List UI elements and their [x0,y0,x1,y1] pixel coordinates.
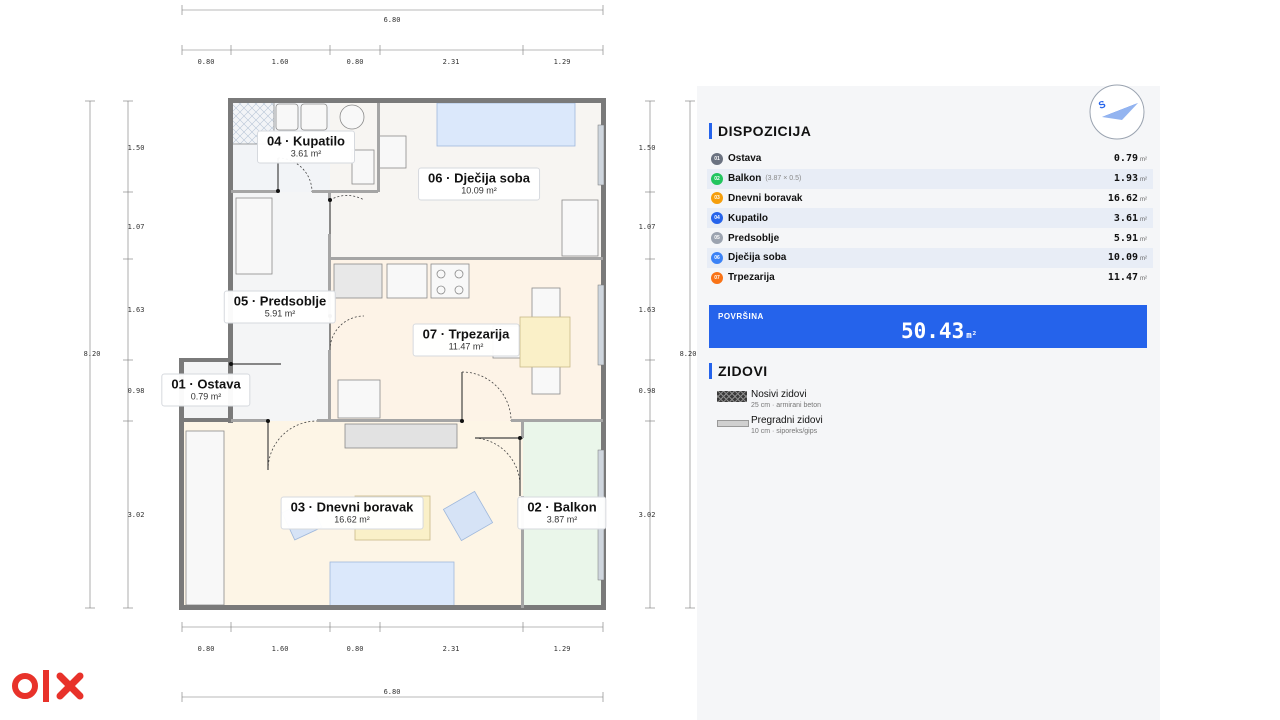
room-number-badge: 01 [711,152,723,165]
room-row-value: 11.47 m² [1107,272,1147,284]
room-name: 07 · Trpezarija [422,326,510,342]
room-area: 10.09 m² [461,185,497,196]
room-row-name: Predsoblje [728,232,780,244]
room-label-kupatilo: 04 · Kupatilo 3.61 m² [256,130,356,164]
room-row-name: Ostava [728,153,762,165]
room-label-predsoblje: 05 · Predsoblje 5.91 m² [223,290,337,324]
room-label-trpezarija: 07 · Trpezarija 11.47 m² [412,323,520,357]
dim-bottom-3: 0.80 [347,645,364,653]
room-row-djecija-soba: 06 Dječija soba 10.09 m² [707,247,1153,268]
dim-bottom-2: 1.60 [272,645,289,653]
room-label-dnevni-boravak: 03 · Dnevni boravak 16.62 m² [280,496,424,530]
dim-right-1: 1.50 [639,144,656,152]
dim-left-3: 1.63 [128,306,145,314]
room-number-badge: 03 [711,192,723,205]
room-area: 0.79 m² [190,391,222,402]
room-name: 06 · Dječija soba [428,170,530,186]
room-area: 3.61 m² [290,148,322,159]
room-list: 01 Ostava 0.79 m² 02 Balkon (3.87 × 0.5) … [707,149,1153,288]
wall-legend-name: Pregradni zidovi [751,415,823,426]
room-row-predsoblje: 05 Predsoblje 5.91 m² [707,228,1153,248]
dispozicija-title: DISPOZICIJA [709,123,811,139]
wall-legend-sub: 10 cm · siporeks/gips [751,428,818,435]
zidovi-title: ZIDOVI [709,363,768,379]
room-label-balkon: 02 · Balkon 3.87 m² [517,496,607,530]
room-row-value: 5.91 m² [1113,232,1147,244]
total-value: 50.43 m² [901,319,978,343]
olx-logo [12,670,84,702]
dim-top-1: 0.80 [198,58,215,66]
room-row-note: (3.87 × 0.5) [765,175,802,183]
dim-left-2: 1.07 [128,223,145,231]
room-name: 04 · Kupatilo [266,133,346,149]
room-row-name: Dnevni boravak [728,192,803,204]
dim-top-2: 1.60 [272,58,289,66]
wall-legend-name: Nosivi zidovi [751,389,807,400]
total-area-box: POVRŠINA 50.43 m² [709,305,1147,348]
room-name: 02 · Balkon [527,499,597,515]
room-number-badge: 07 [711,271,723,284]
dim-bottom-5: 1.29 [554,645,571,653]
room-row-balkon: 02 Balkon (3.87 × 0.5) 1.93 m² [707,168,1153,189]
room-row-name: Balkon [728,173,762,185]
room-area: 16.62 m² [334,514,370,525]
dim-bottom-4: 2.31 [443,645,460,653]
compass-icon: S [1089,84,1145,140]
room-row-value: 0.79 m² [1113,153,1147,165]
room-row-name: Trpezarija [728,272,775,284]
bearing-wall-swatch-icon [717,391,747,402]
dim-left-4: 0.98 [128,387,145,395]
dim-bottom-1: 0.80 [198,645,215,653]
room-number-badge: 04 [711,212,723,225]
dim-right-5: 3.02 [639,511,656,519]
room-row-ostava: 01 Ostava 0.79 m² [707,149,1153,169]
dim-top-4: 2.31 [443,58,460,66]
room-row-name: Kupatilo [728,212,768,224]
dim-top-5: 1.29 [554,58,571,66]
dim-left-1: 1.50 [128,144,145,152]
room-row-name: Dječija soba [728,252,787,264]
room-row-value: 1.93 m² [1113,173,1147,185]
dim-top-total: 6.80 [384,16,401,24]
room-row-value: 10.09 m² [1107,252,1147,264]
wall-legend-sub: 25 cm · armirani beton [751,402,822,409]
room-name: 05 · Predsoblje [233,293,327,309]
room-row-kupatilo: 04 Kupatilo 3.61 m² [707,208,1153,229]
room-row-dnevni-boravak: 03 Dnevni boravak 16.62 m² [707,189,1153,209]
partition-wall-swatch-icon [717,420,749,427]
dim-top-3: 0.80 [347,58,364,66]
room-row-value: 3.61 m² [1113,212,1147,224]
room-area: 11.47 m² [448,341,484,352]
dim-right-3: 1.63 [639,306,656,314]
info-panel: S DISPOZICIJA 01 Ostava 0.79 m² 02 Balkon… [697,84,1160,720]
room-area: 5.91 m² [264,308,296,319]
room-name: 03 · Dnevni boravak [290,499,414,515]
room-label-djecija-soba: 06 · Dječija soba 10.09 m² [418,167,540,201]
room-label-ostava: 01 · Ostava 0.79 m² [161,373,251,407]
dim-bottom-total: 6.80 [384,688,401,696]
room-row-value: 16.62 m² [1107,192,1147,204]
room-name: 01 · Ostava [171,376,241,392]
total-label: POVRŠINA [718,312,764,321]
dim-right-total: 8.20 [680,350,697,358]
room-number-badge: 02 [711,172,723,185]
room-area: 3.87 m² [546,514,578,525]
room-number-badge: 06 [711,251,723,264]
dim-left-total: 8.20 [84,350,101,358]
dim-right-2: 1.07 [639,223,656,231]
room-row-trpezarija: 07 Trpezarija 11.47 m² [707,268,1153,288]
dim-left-5: 3.02 [128,511,145,519]
room-number-badge: 05 [711,232,723,245]
dim-right-4: 0.98 [639,387,656,395]
floor-plan: 6.80 0.80 1.60 0.80 2.31 1.29 0.80 1.60 … [84,5,697,702]
